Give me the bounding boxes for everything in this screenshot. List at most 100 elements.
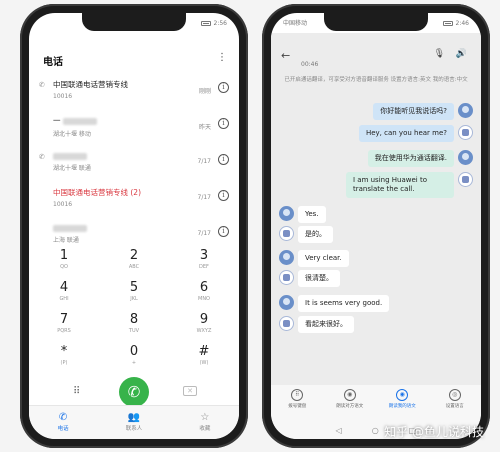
- redacted-text: [53, 224, 87, 232]
- message-bubble: 很清楚。: [298, 270, 340, 287]
- user-avatar: [279, 250, 294, 265]
- call-log-item[interactable]: ✆ 中国联通电话营销专线 10016 刚刚 i: [29, 73, 239, 109]
- call-date: 7/17: [197, 194, 211, 201]
- info-icon[interactable]: i: [218, 118, 229, 129]
- call-header: ← 00:46 🎙 🔊: [271, 33, 481, 73]
- page-title: 电话: [43, 57, 63, 68]
- tab-favorites[interactable]: ☆ 收藏: [199, 411, 210, 439]
- dialpad-tool[interactable]: ⠿ 拨号键盘: [282, 389, 312, 409]
- toolbar-actions: ⠿ 拨号键盘 ◉ 朗读对方语文 ◉ 朗读我的语文 ◎ 设置语言: [271, 385, 481, 409]
- chat-message: 看起来很好。: [279, 316, 354, 333]
- dialpad-icon: ⠿: [291, 389, 304, 401]
- dial-key-hash[interactable]: # (W): [169, 344, 239, 372]
- clock: 2:46: [455, 20, 469, 27]
- dial-actions: ⠿ ✆ ✕: [29, 377, 239, 407]
- phone-frame-dialer: 2:56 电话 ⋮ ✆ 中国联通电话营销专线 10016 刚刚 i 一 湖北十堰…: [20, 4, 248, 448]
- message-bubble: It is seems very good.: [298, 295, 390, 312]
- keypad-toggle-icon[interactable]: ⠿: [73, 386, 80, 397]
- dialer-screen: 2:56 电话 ⋮ ✆ 中国联通电话营销专线 10016 刚刚 i 一 湖北十堰…: [29, 13, 239, 439]
- user-avatar: [279, 295, 294, 310]
- read-aloud-icon: ◉: [343, 389, 356, 401]
- globe-icon: ◎: [448, 389, 461, 401]
- user-avatar: [279, 206, 294, 221]
- phone-small-icon: ✆: [39, 81, 45, 89]
- user-avatar: [458, 150, 473, 165]
- clock: 2:56: [213, 20, 227, 27]
- phone-frame-translation: 中国移动 2:46 ← 00:46 🎙 🔊 已开启通话翻译，可享受对方语音翻译服…: [262, 4, 490, 448]
- dial-key-6[interactable]: 6 MNO: [169, 280, 239, 308]
- watermark: 知乎 @鱼儿说科技: [384, 425, 484, 439]
- backspace-icon[interactable]: ✕: [183, 386, 197, 396]
- chat-message: I am using Huawei to translate the call.: [346, 172, 473, 198]
- caller-detail: 10016: [53, 201, 73, 208]
- translation-notice: 已开启通话翻译，可享受对方语音翻译服务 设置方语言:英文 我的语言:中文: [284, 77, 468, 83]
- tab-contacts[interactable]: 👥 联系人: [126, 411, 143, 439]
- call-date: 昨天: [198, 124, 211, 131]
- nav-home-icon[interactable]: ○: [372, 426, 379, 435]
- read-aloud-icon: ◉: [396, 389, 409, 401]
- translator-avatar: [458, 125, 473, 140]
- phone-icon: ✆: [127, 383, 141, 401]
- message-bubble: Hey, can you hear me?: [358, 125, 454, 142]
- call-date: 刚刚: [198, 88, 211, 95]
- bottom-nav: ✆ 电话 👥 联系人 ☆ 收藏: [29, 405, 239, 439]
- chat-message: Hey, can you hear me?: [358, 125, 473, 142]
- more-vertical-icon[interactable]: ⋮: [217, 53, 227, 63]
- message-bubble: I am using Huawei to translate the call.: [346, 172, 454, 198]
- info-icon[interactable]: i: [218, 190, 229, 201]
- user-avatar: [458, 103, 473, 118]
- call-timer: 00:46: [301, 61, 319, 68]
- dial-key-8[interactable]: 8 TUV: [99, 312, 169, 340]
- redacted-text: [62, 117, 97, 125]
- tab-phone[interactable]: ✆ 电话: [58, 411, 69, 439]
- back-arrow-icon[interactable]: ←: [281, 49, 290, 62]
- call-log-list: ✆ 中国联通电话营销专线 10016 刚刚 i 一 湖北十堰 移动 昨天 i ✆…: [29, 73, 239, 253]
- call-button[interactable]: ✆: [119, 377, 149, 407]
- call-log-item[interactable]: 中国联通电话营销专线 (2) 10016 7/17 i: [29, 181, 239, 217]
- dial-key-3[interactable]: 3 DEF: [169, 248, 239, 276]
- mute-mic-icon[interactable]: 🎙: [434, 49, 445, 59]
- dial-key-7[interactable]: 7 PQRS: [29, 312, 99, 340]
- info-icon[interactable]: i: [218, 154, 229, 165]
- call-date: 7/17: [197, 158, 211, 165]
- message-bubble: 看起来很好。: [298, 316, 354, 333]
- dial-key-0[interactable]: 0 +: [99, 344, 169, 372]
- chat-message: 我在使用华为通话翻译.: [367, 150, 473, 167]
- star-icon: ☆: [200, 412, 210, 423]
- chat-message: It is seems very good.: [279, 295, 390, 312]
- dial-key-1[interactable]: 1 QO: [29, 248, 99, 276]
- nav-back-icon[interactable]: ◁: [336, 426, 342, 435]
- chat-message: 很清楚。: [279, 270, 340, 287]
- dial-key-5[interactable]: 5 JKL: [99, 280, 169, 308]
- dial-key-4[interactable]: 4 GHI: [29, 280, 99, 308]
- notch: [324, 13, 428, 31]
- translation-chat: 已开启通话翻译，可享受对方语音翻译服务 设置方语言:英文 我的语言:中文 你好能…: [271, 73, 481, 385]
- dial-key-star[interactable]: * (P): [29, 344, 99, 372]
- chat-message: Very clear.: [279, 250, 349, 267]
- language-settings-tool[interactable]: ◎ 设置语言: [440, 389, 470, 409]
- dial-key-2[interactable]: 2 ABC: [99, 248, 169, 276]
- speaker-icon[interactable]: 🔊: [456, 49, 467, 59]
- battery-icon: [442, 21, 453, 26]
- message-bubble: 我在使用华为通话翻译.: [367, 150, 454, 167]
- read-other-tool[interactable]: ◉ 朗读对方语文: [335, 389, 365, 409]
- phone-icon: ✆: [58, 412, 68, 423]
- info-icon[interactable]: i: [218, 226, 229, 237]
- contacts-icon: 👥: [127, 412, 141, 423]
- carrier-label: 中国移动: [283, 20, 308, 27]
- phone-small-icon: ✆: [39, 153, 45, 161]
- call-log-item[interactable]: 一 湖北十堰 移动 昨天 i: [29, 109, 239, 145]
- info-icon[interactable]: i: [218, 82, 229, 93]
- translator-avatar: [458, 172, 473, 187]
- dial-keypad: 1 QO 2 ABC 3 DEF 4 GHI 5 JKL 6 MNO 7 PQRS 8 TUV …: [29, 248, 239, 372]
- read-mine-tool[interactable]: ◉ 朗读我的语文: [387, 389, 417, 409]
- chat-message: 你好能听见我说话吗?: [373, 103, 473, 120]
- message-bubble: Yes.: [298, 206, 326, 223]
- message-bubble: 你好能听见我说话吗?: [373, 103, 454, 120]
- chat-message: Yes.: [279, 206, 326, 223]
- battery-icon: [200, 21, 211, 26]
- screenshot-stage: 2:56 电话 ⋮ ✆ 中国联通电话营销专线 10016 刚刚 i 一 湖北十堰…: [0, 0, 500, 452]
- dial-key-9[interactable]: 9 WXYZ: [169, 312, 239, 340]
- call-log-item[interactable]: ✆ 湖北十堰 联通 7/17 i: [29, 145, 239, 181]
- notch: [82, 13, 186, 31]
